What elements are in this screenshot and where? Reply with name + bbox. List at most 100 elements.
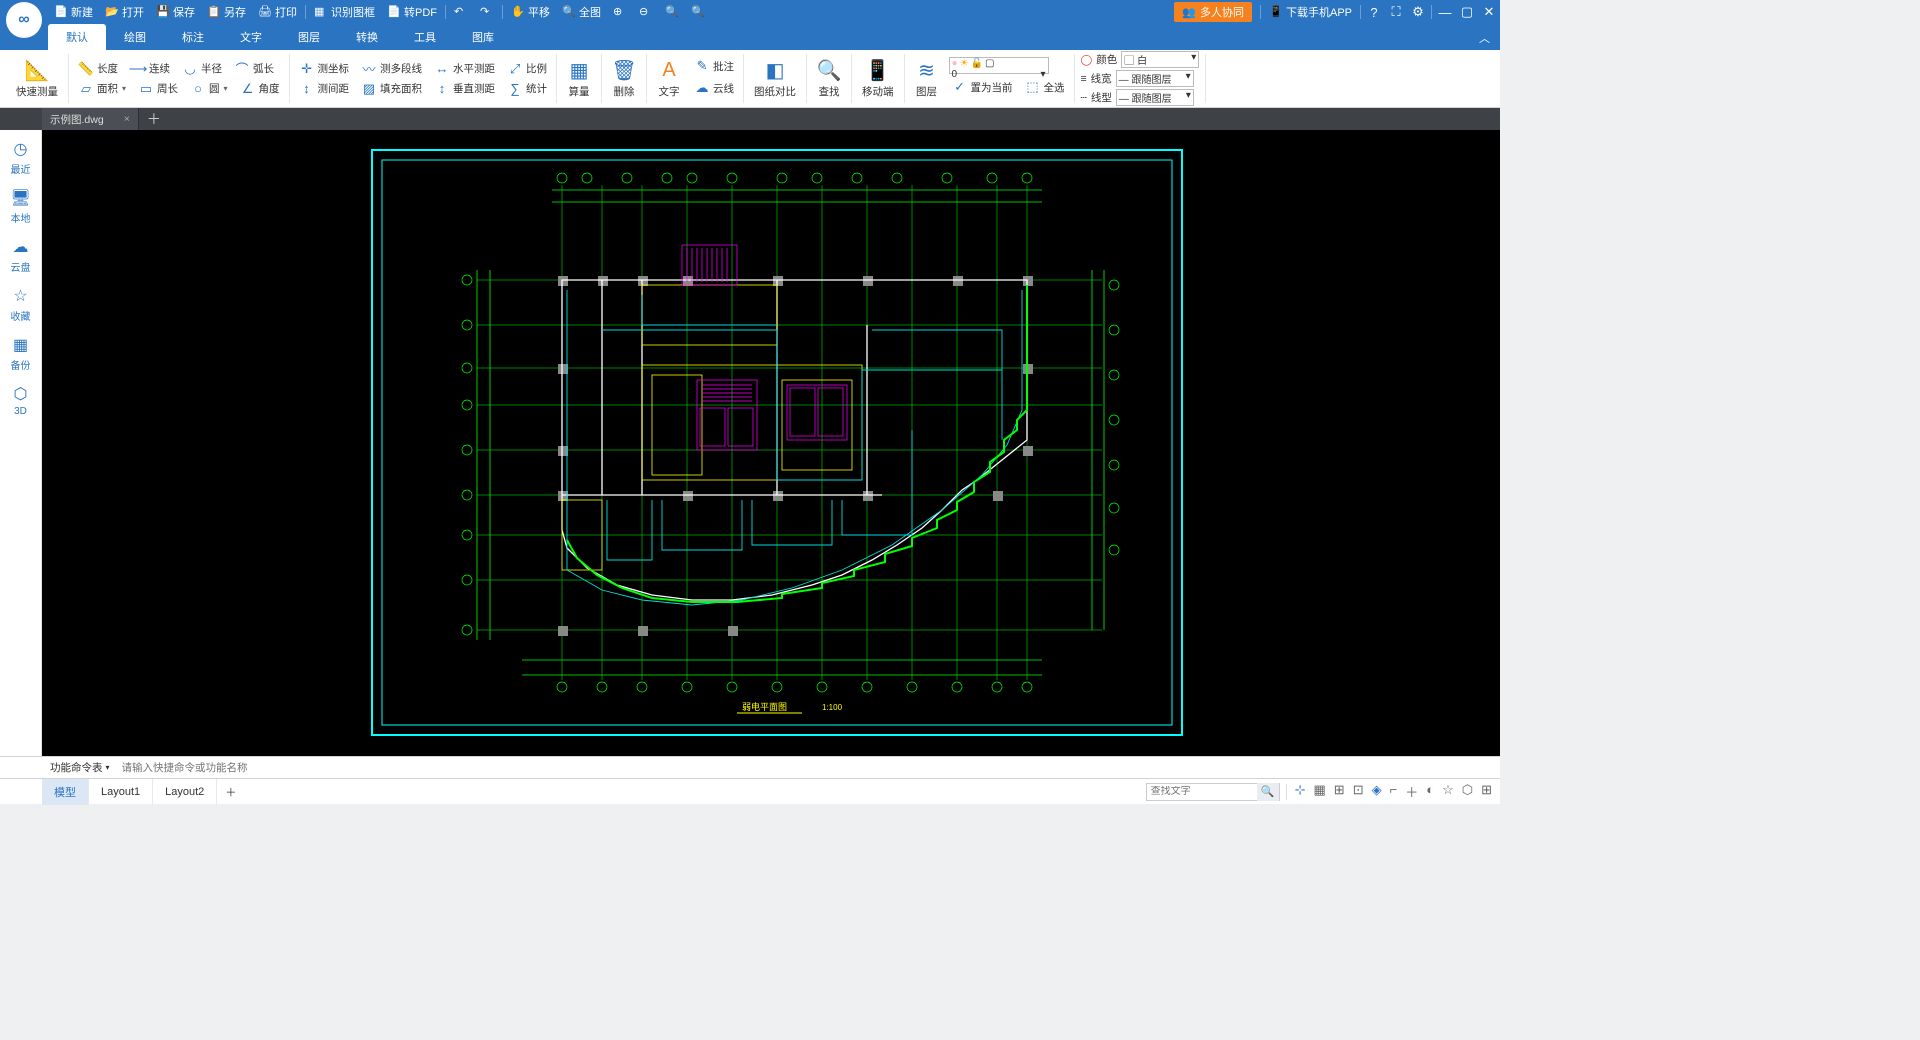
multi-button[interactable]: 〰测多段线: [358, 59, 425, 79]
zoomwin-button[interactable]: 🔍: [659, 0, 685, 24]
dynamic-toggle[interactable]: ＋: [1405, 782, 1418, 801]
search-input[interactable]: [1147, 786, 1257, 797]
zoomout-button[interactable]: ⊖: [633, 0, 659, 24]
redo-button[interactable]: ↷: [474, 0, 500, 24]
transparency-toggle[interactable]: ☆: [1442, 782, 1454, 801]
layout-tab-model[interactable]: 模型: [42, 779, 89, 805]
dist-button[interactable]: ↕测间距: [296, 79, 353, 99]
find-button[interactable]: 🔍查找: [813, 56, 845, 101]
scale-button[interactable]: ⤢比例: [504, 59, 550, 79]
sidebar-backup[interactable]: ▦备份: [11, 332, 31, 375]
continuous-button[interactable]: ⟶连续: [127, 59, 173, 79]
tab-tools[interactable]: 工具: [396, 24, 454, 50]
command-list-button[interactable]: 功能命令表▾: [42, 760, 118, 775]
cycling-toggle[interactable]: ⬡: [1462, 782, 1473, 801]
pdf-button[interactable]: 📄转PDF: [381, 0, 443, 24]
command-input[interactable]: [118, 758, 1500, 778]
settings-button[interactable]: ⚙: [1407, 0, 1429, 24]
selectall-icon: ⬚: [1025, 79, 1041, 95]
osnap-toggle[interactable]: ◈: [1372, 782, 1382, 801]
zoomobj-button[interactable]: 🔍: [685, 0, 711, 24]
tab-convert[interactable]: 转换: [338, 24, 396, 50]
angle-button[interactable]: ∠角度: [237, 79, 283, 99]
cloud-button[interactable]: ☁云线: [691, 78, 737, 98]
add-tab-button[interactable]: ＋: [139, 109, 169, 129]
layout-tab-2[interactable]: Layout2: [153, 779, 217, 805]
fullscreen-button[interactable]: ⛶: [1385, 0, 1407, 24]
quick-measure-button[interactable]: 📐快速测量: [12, 56, 62, 101]
selectall-button[interactable]: ⬚全选: [1022, 77, 1068, 97]
compare-button[interactable]: ◧图纸对比: [750, 56, 800, 101]
length-button[interactable]: 📏长度: [75, 59, 121, 79]
layer-icon: ≋: [915, 58, 939, 82]
layer-selector[interactable]: ●☀🔓▢ 0 ▾: [949, 57, 1049, 74]
fillarea-button[interactable]: ▨填充面积: [358, 79, 425, 99]
ortho-toggle[interactable]: ⊞: [1334, 782, 1345, 801]
backup-icon: ▦: [13, 335, 28, 355]
area-button[interactable]: ▱面积▾: [75, 79, 129, 99]
snap-toggle[interactable]: ⊹: [1295, 782, 1306, 801]
zoomin-button[interactable]: ⊕: [607, 0, 633, 24]
command-bar: 功能命令表▾: [0, 756, 1500, 778]
linetype-selector[interactable]: — 跟随图层▾: [1116, 89, 1194, 106]
stat-button[interactable]: ∑统计: [504, 79, 550, 99]
note-button[interactable]: ✎批注: [691, 56, 737, 76]
tab-draw[interactable]: 绘图: [106, 24, 164, 50]
polar-toggle[interactable]: ⊡: [1353, 782, 1364, 801]
mobile-app-button[interactable]: 📱下载手机APP: [1263, 0, 1358, 24]
drawing-title: 弱电平面图: [742, 701, 787, 712]
annotation-toggle[interactable]: ⊞: [1481, 782, 1492, 801]
sidebar-recent[interactable]: ◷最近: [11, 136, 31, 179]
sidebar-3d[interactable]: ⬡3D: [14, 381, 28, 420]
print-button[interactable]: 🖨打印: [252, 0, 303, 24]
delete-icon: 🗑: [612, 58, 636, 82]
grid-toggle[interactable]: ▦: [1314, 782, 1326, 801]
tab-default[interactable]: 默认: [48, 24, 106, 50]
collapse-ribbon-button[interactable]: ︿: [1469, 26, 1500, 50]
mobile-button[interactable]: 📱移动端: [858, 56, 898, 101]
tab-annotate[interactable]: 标注: [164, 24, 222, 50]
minimize-button[interactable]: —: [1434, 0, 1456, 24]
open-icon: 📂: [105, 5, 119, 19]
sidebar-favorite[interactable]: ☆收藏: [11, 283, 31, 326]
layer-button[interactable]: ≋图层: [911, 56, 943, 101]
circle-button[interactable]: ○圆▾: [187, 79, 231, 99]
collab-button[interactable]: 👥多人协同: [1174, 2, 1252, 22]
text-button[interactable]: A文字: [653, 56, 685, 101]
lineweight-selector[interactable]: — 跟随图层▾: [1116, 70, 1194, 87]
help-button[interactable]: ?: [1363, 0, 1385, 24]
zoomfull-button[interactable]: 🔍全图: [556, 0, 607, 24]
delete-button[interactable]: 🗑删除: [608, 56, 640, 101]
save-button[interactable]: 💾保存: [150, 0, 201, 24]
count-button[interactable]: ▦算量: [563, 56, 595, 101]
setcurrent-button[interactable]: ✓置为当前: [949, 77, 1016, 97]
color-selector[interactable]: ▢ 白▾: [1121, 51, 1199, 68]
radius-button[interactable]: ◡半径: [179, 59, 225, 79]
sidebar-cloud[interactable]: ☁云盘: [11, 234, 31, 277]
saveas-button[interactable]: 📋另存: [201, 0, 252, 24]
valign-button[interactable]: ↕垂直测距: [431, 79, 498, 99]
doc-tab[interactable]: 示例图.dwg×: [42, 108, 139, 130]
drawing-canvas[interactable]: 弱电平面图 1:100: [42, 130, 1500, 756]
sidebar-local[interactable]: 🖥本地: [10, 185, 30, 228]
tab-layer[interactable]: 图层: [280, 24, 338, 50]
layout-tab-1[interactable]: Layout1: [89, 779, 153, 805]
halign-button[interactable]: ↔水平测距: [431, 59, 498, 79]
lineweight-toggle[interactable]: ◐: [1426, 782, 1434, 801]
tab-library[interactable]: 图库: [454, 24, 512, 50]
close-button[interactable]: ✕: [1478, 0, 1500, 24]
otrack-toggle[interactable]: ⌐: [1390, 782, 1398, 801]
perimeter-button[interactable]: ▭周长: [135, 79, 181, 99]
maximize-button[interactable]: ▢: [1456, 0, 1478, 24]
pan-button[interactable]: ✋平移: [505, 0, 556, 24]
ocr-button[interactable]: ▦识别图框: [308, 0, 381, 24]
new-button[interactable]: 📄新建: [48, 0, 99, 24]
open-button[interactable]: 📂打开: [99, 0, 150, 24]
add-layout-button[interactable]: ＋: [217, 784, 244, 800]
undo-button[interactable]: ↶: [448, 0, 474, 24]
search-button[interactable]: 🔍: [1257, 783, 1279, 801]
coord-button[interactable]: ✛测坐标: [296, 59, 353, 79]
tab-text[interactable]: 文字: [222, 24, 280, 50]
arc-button[interactable]: ⌒弧长: [231, 59, 277, 79]
close-tab-button[interactable]: ×: [124, 113, 130, 125]
